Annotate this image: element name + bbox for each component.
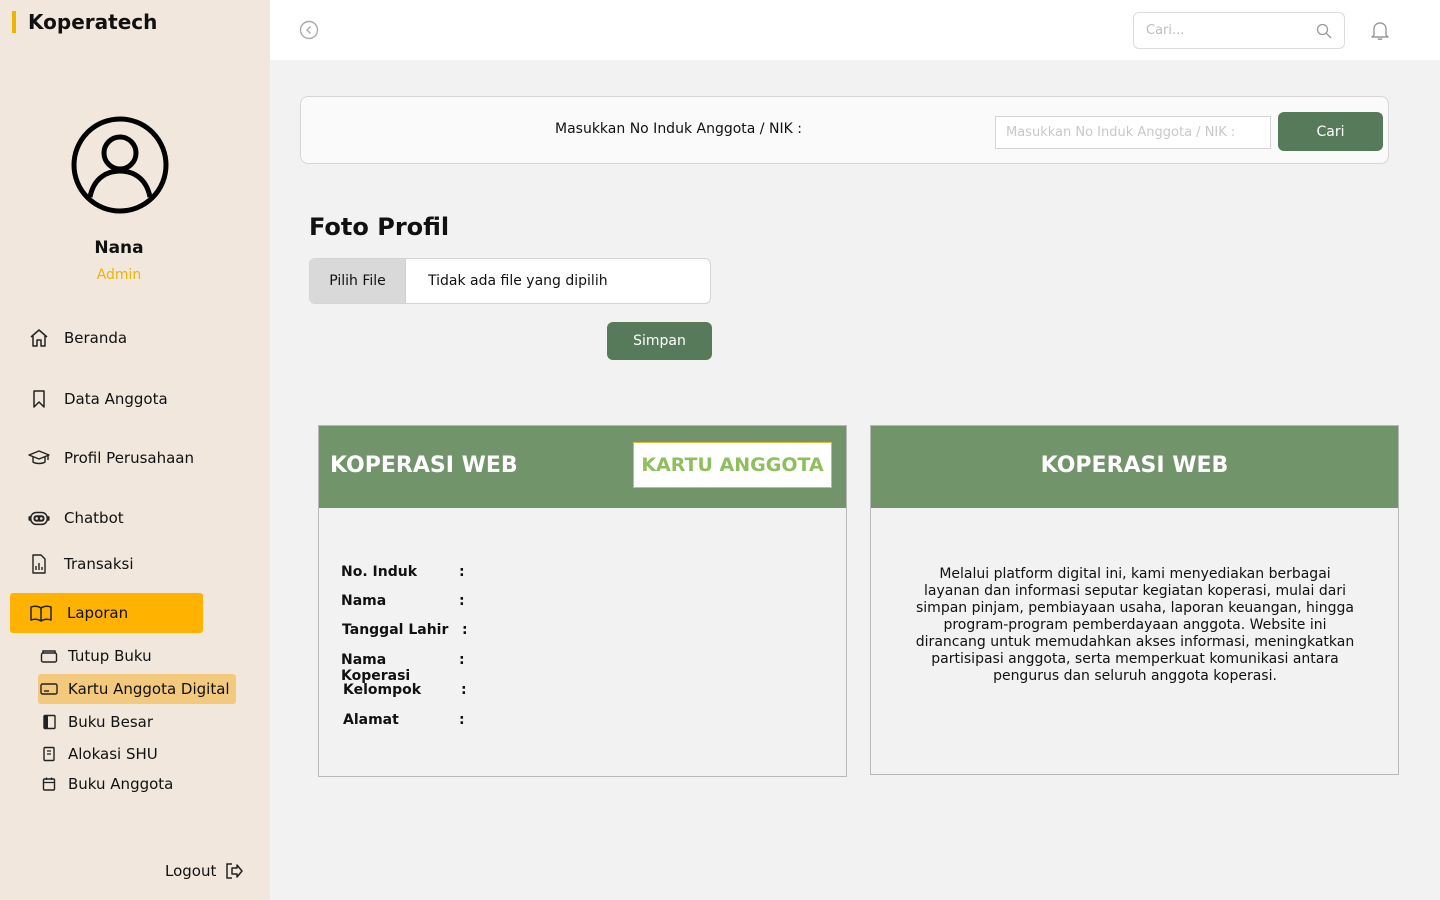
sidebar-collapse-icon[interactable]	[299, 20, 319, 40]
field-separator: :	[459, 652, 465, 668]
user-name: Nana	[94, 238, 144, 258]
nav-item-label: Laporan	[67, 604, 129, 622]
field-separator: :	[462, 622, 468, 638]
field-label: Kelompok	[343, 682, 422, 698]
sub-item-label: Alokasi SHU	[68, 745, 158, 763]
choose-file-button[interactable]: Pilih File	[310, 259, 406, 303]
card-field-nama-koperasi: Nama Koperasi :	[341, 652, 465, 684]
nav-item-label: Transaksi	[64, 555, 134, 573]
field-label: Alamat	[343, 712, 399, 728]
file-status-text: Tidak ada file yang dipilih	[428, 273, 608, 289]
sub-item-label: Tutup Buku	[68, 647, 152, 665]
field-label: Nama Koperasi	[341, 652, 411, 684]
ledger-book-icon	[40, 713, 58, 731]
sidebar: Koperatech Nana Admin Beranda Data Anggo…	[0, 0, 270, 900]
card-field-kelompok: Kelompok :	[343, 682, 467, 698]
nav-item-label: Chatbot	[64, 509, 124, 527]
calendar-book-icon	[40, 775, 58, 793]
notebook-icon	[40, 745, 58, 763]
nav-item-chatbot[interactable]: Chatbot	[10, 498, 203, 538]
bookmark-icon	[28, 388, 50, 410]
nav-item-profil-perusahaan[interactable]: Profil Perusahaan	[10, 438, 203, 478]
logout-label: Logout	[165, 862, 217, 880]
sub-item-kartu-anggota-digital[interactable]: Kartu Anggota Digital	[38, 674, 236, 704]
robot-icon	[28, 507, 50, 529]
card-title: KOPERASI WEB	[330, 453, 518, 478]
topbar	[270, 0, 1440, 60]
brand-accent-bar	[12, 11, 16, 33]
archive-box-icon	[40, 647, 58, 665]
field-separator: :	[459, 593, 465, 609]
logout-button[interactable]: Logout	[165, 862, 244, 880]
card-field-no-induk: No. Induk :	[341, 564, 465, 580]
field-label: Tanggal Lahir	[342, 622, 449, 638]
field-label: Nama	[341, 593, 387, 609]
nav-item-laporan[interactable]: Laporan	[10, 593, 203, 633]
nav-item-label: Data Anggota	[64, 390, 168, 408]
sub-item-label: Buku Anggota	[68, 775, 174, 793]
file-picker[interactable]: Pilih File Tidak ada file yang dipilih	[309, 258, 711, 304]
bell-icon[interactable]	[1369, 19, 1391, 41]
home-icon	[28, 327, 50, 349]
field-label: No. Induk	[341, 564, 418, 580]
sub-item-buku-besar[interactable]: Buku Besar	[38, 707, 159, 737]
member-card-back: KOPERASI WEB Melalui platform digital in…	[870, 425, 1399, 775]
photo-section-title: Foto Profil	[309, 213, 450, 241]
brand-name: Koperatech	[28, 10, 158, 34]
search-input[interactable]	[1146, 23, 1306, 38]
card-type-badge: KARTU ANGGOTA	[633, 442, 832, 488]
report-document-icon	[28, 553, 50, 575]
nav-item-beranda[interactable]: Beranda	[10, 318, 203, 358]
sub-item-label: Kartu Anggota Digital	[68, 680, 230, 698]
nav-item-data-anggota[interactable]: Data Anggota	[10, 379, 203, 419]
nav-item-label: Beranda	[64, 329, 128, 347]
logout-icon	[224, 862, 244, 880]
search-member-button[interactable]: Cari	[1278, 112, 1383, 151]
member-lookup-panel: Masukkan No Induk Anggota / NIK : Cari	[300, 96, 1389, 164]
id-card-icon	[40, 680, 58, 698]
save-button[interactable]: Simpan	[607, 322, 712, 360]
member-id-input[interactable]	[995, 116, 1271, 149]
open-book-icon	[30, 602, 52, 624]
card-header: KOPERASI WEB	[871, 426, 1398, 508]
brand[interactable]: Koperatech	[12, 10, 157, 34]
sub-item-buku-anggota[interactable]: Buku Anggota	[38, 769, 179, 799]
graduation-cap-icon	[28, 447, 50, 469]
card-field-alamat: Alamat :	[343, 712, 465, 728]
sub-item-alokasi-shu[interactable]: Alokasi SHU	[38, 739, 164, 769]
sub-item-tutup-buku[interactable]: Tutup Buku	[38, 641, 158, 671]
user-role: Admin	[96, 267, 142, 283]
card-header: KOPERASI WEB KARTU ANGGOTA	[319, 426, 846, 508]
field-separator: :	[459, 564, 465, 580]
card-description: Melalui platform digital ini, kami menye…	[915, 566, 1355, 684]
user-avatar-icon	[70, 115, 170, 215]
nav-item-label: Profil Perusahaan	[64, 449, 194, 467]
field-separator: :	[461, 682, 467, 698]
lookup-label: Masukkan No Induk Anggota / NIK :	[555, 121, 802, 137]
field-separator: :	[459, 712, 465, 728]
card-field-tanggal-lahir: Tanggal Lahir :	[342, 622, 468, 638]
card-title: KOPERASI WEB	[1040, 453, 1229, 478]
nav-item-transaksi[interactable]: Transaksi	[10, 544, 203, 584]
search-box	[1133, 12, 1345, 49]
search-icon[interactable]	[1316, 23, 1332, 39]
member-card-front: KOPERASI WEB KARTU ANGGOTA No. Induk : N…	[318, 425, 847, 777]
sub-item-label: Buku Besar	[68, 713, 153, 731]
card-field-nama: Nama :	[341, 593, 465, 609]
